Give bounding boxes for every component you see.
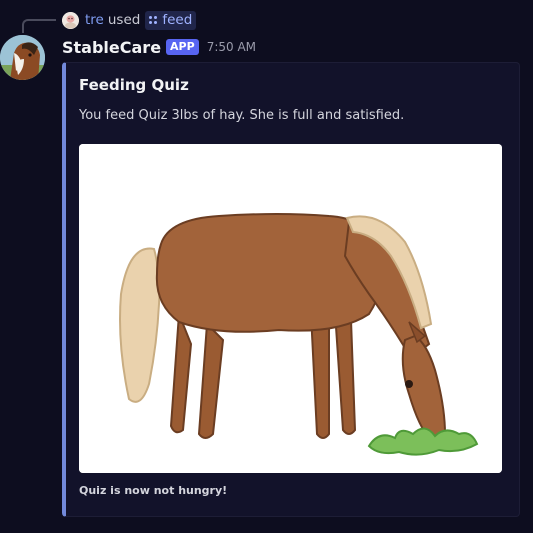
horse-illustration (79, 144, 502, 473)
reply-user-avatar[interactable] (62, 11, 79, 29)
embed-image[interactable] (79, 144, 502, 473)
message-timestamp[interactable]: 7:50 AM (207, 40, 256, 54)
author-avatar[interactable] (0, 35, 45, 80)
reply-connector (22, 19, 56, 33)
embed-title: Feeding Quiz (79, 76, 189, 94)
reply-action-text: used (107, 12, 141, 28)
command-name: feed (162, 12, 193, 28)
embed-description: You feed Quiz 3lbs of hay. She is full a… (79, 108, 405, 123)
message-header: StableCare APP 7:50 AM (62, 36, 256, 58)
embed-card: Feeding Quiz You feed Quiz 3lbs of hay. … (62, 62, 520, 517)
reply-username[interactable]: tre (85, 12, 104, 28)
reply-context[interactable]: tre used feed (62, 10, 197, 30)
author-name[interactable]: StableCare (62, 38, 161, 57)
slash-command-icon (149, 16, 158, 24)
chat-message: tre used feed StableCare APP 7:50 AM Fee… (0, 0, 533, 533)
command-mention[interactable]: feed (145, 10, 197, 30)
embed-footer: Quiz is now not hungry! (79, 484, 228, 497)
app-badge: APP (166, 39, 199, 55)
